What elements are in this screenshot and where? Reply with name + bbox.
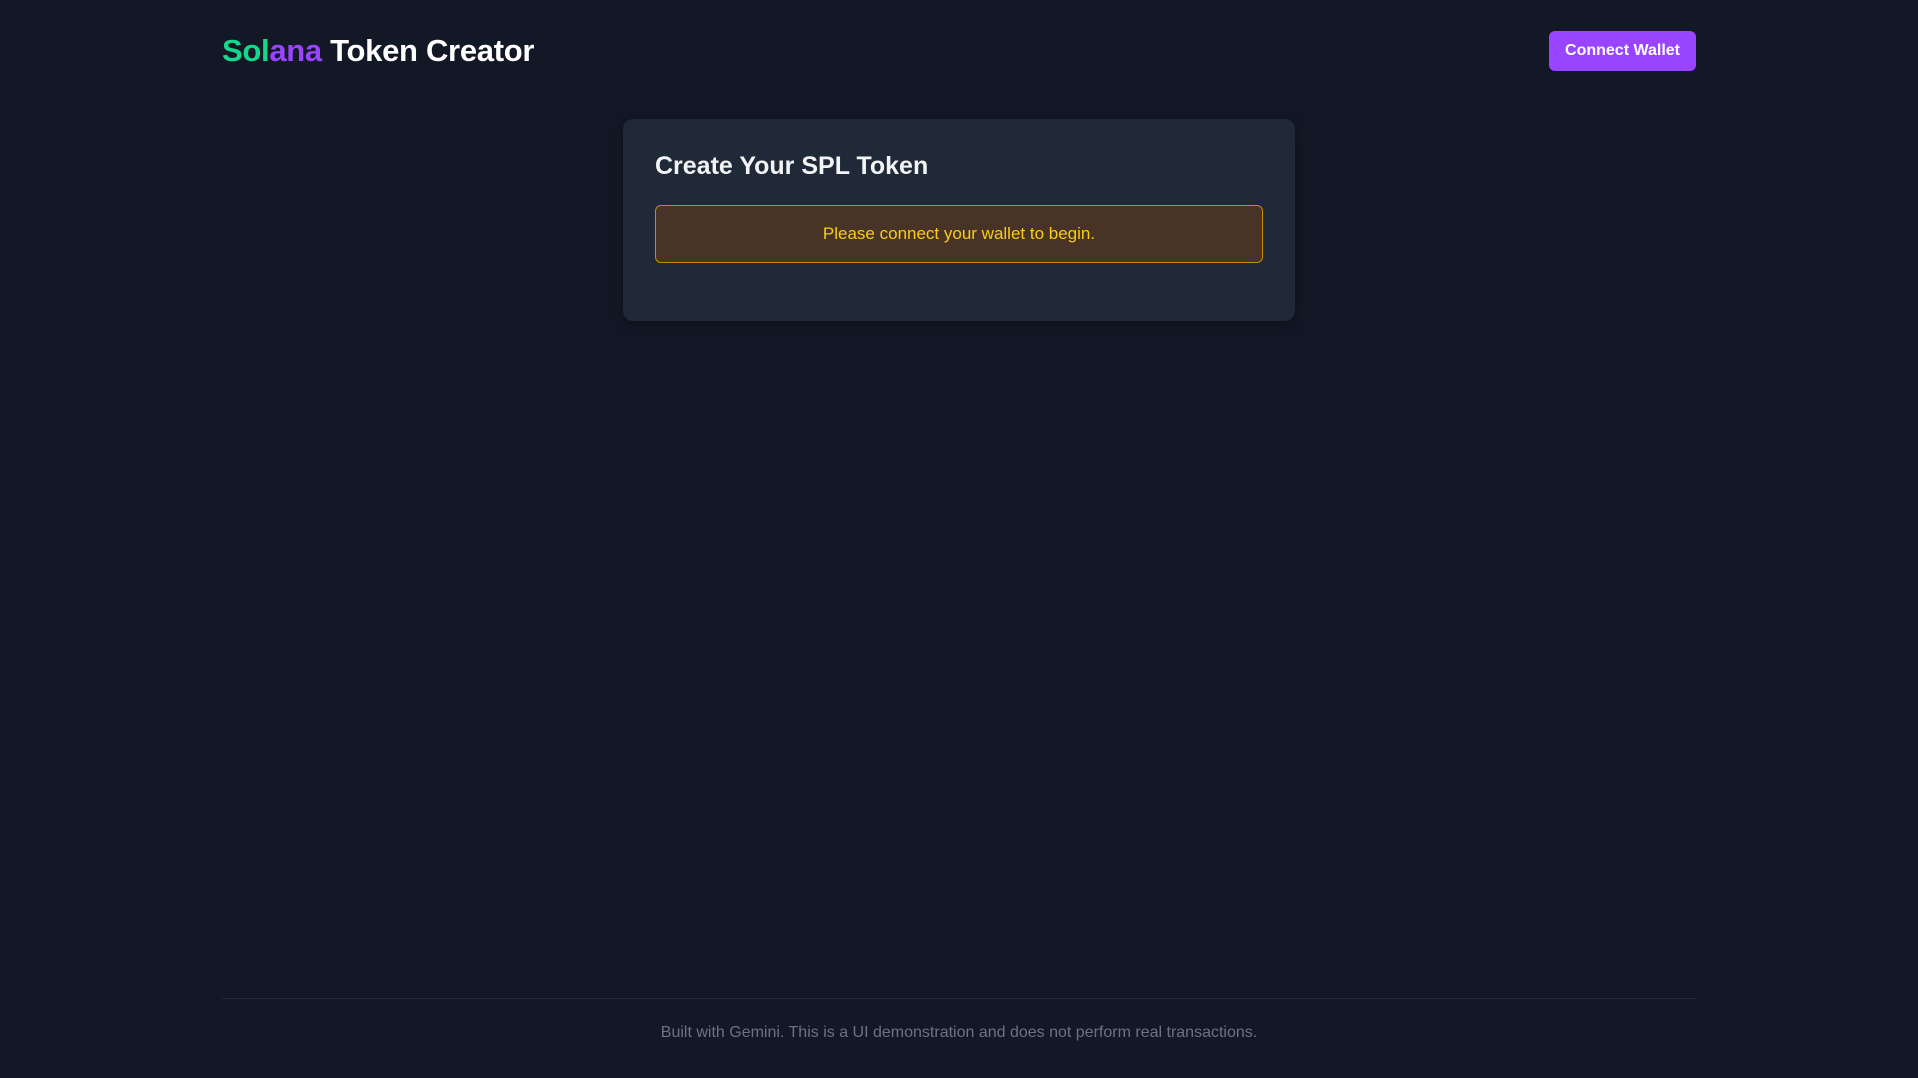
footer-divider	[222, 998, 1696, 999]
footer-text: Built with Gemini. This is a UI demonstr…	[660, 1024, 1258, 1041]
connect-wallet-notice: Please connect your wallet to begin.	[655, 205, 1263, 263]
create-token-card: Create Your SPL Token Please connect you…	[623, 119, 1295, 321]
notice-text: Please connect your wallet to begin.	[822, 224, 1096, 243]
brand-token-creator: Token Creator	[321, 33, 535, 68]
footer: Built with Gemini. This is a UI demonstr…	[0, 1024, 1918, 1042]
brand-ana: ana	[269, 33, 322, 68]
card-title: Create Your SPL Token	[655, 152, 929, 180]
app-header: Solana Token Creator Connect Wallet	[222, 30, 1696, 72]
brand-sol: Sol	[222, 33, 270, 68]
connect-wallet-button[interactable]: Connect Wallet	[1549, 31, 1696, 71]
app-title: Solana Token Creator	[222, 33, 534, 69]
page: Solana Token Creator Connect Wallet Crea…	[0, 0, 1918, 1078]
